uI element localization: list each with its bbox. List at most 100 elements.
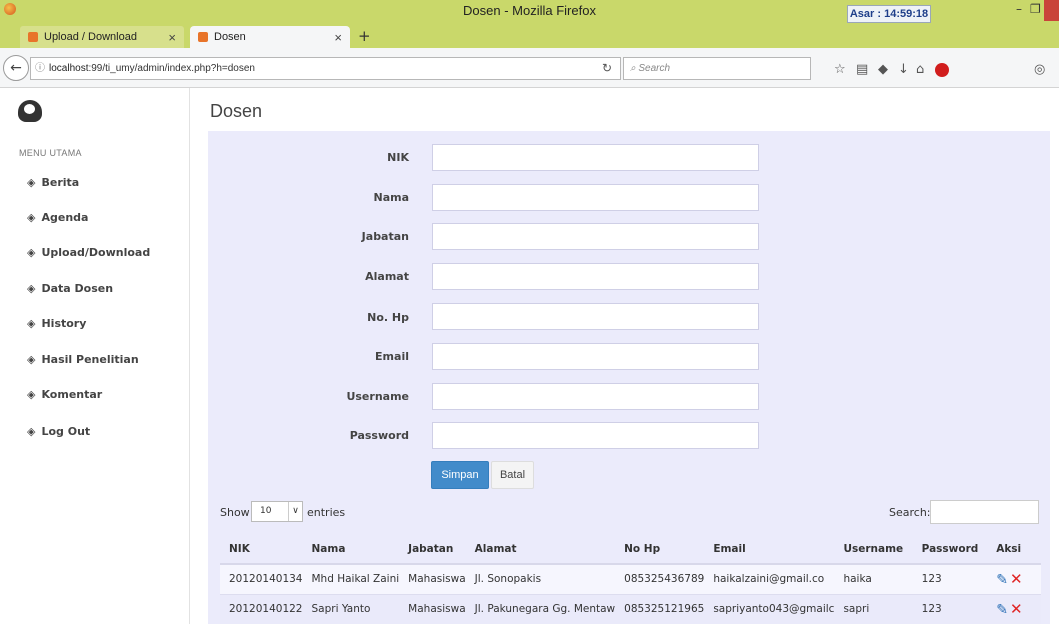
prayer-clock: Asar : 14:59:18 bbox=[847, 5, 931, 23]
table-search-input[interactable] bbox=[930, 500, 1039, 524]
table-cell: Jl. Sonopakis bbox=[465, 564, 616, 595]
restore-icon[interactable]: ❐ bbox=[1030, 2, 1041, 16]
user-avatar-icon bbox=[18, 100, 42, 122]
table-cell: 123 bbox=[912, 594, 988, 624]
table-cell: 085325121965 bbox=[615, 594, 705, 624]
bookmark-star-icon[interactable]: ☆ bbox=[834, 62, 846, 77]
url-path: :99/ti_umy/admin/index.php?h=dosen bbox=[88, 63, 255, 74]
extension-icon[interactable]: ◎ bbox=[1034, 62, 1045, 77]
reading-list-icon[interactable]: ▤ bbox=[856, 62, 868, 77]
url-bar[interactable]: ⓘ localhost:99/ti_umy/admin/index.php?h=d… bbox=[30, 57, 621, 80]
alamat-field[interactable] bbox=[432, 263, 759, 290]
table-cell: 20120140122 bbox=[220, 594, 303, 624]
sidebar-item-hasil-penelitian[interactable]: ◈ Hasil Penelitian bbox=[27, 353, 139, 366]
close-window-button[interactable] bbox=[1044, 0, 1059, 21]
minimize-icon[interactable]: – bbox=[1016, 2, 1022, 16]
table-cell: 20120140134 bbox=[220, 564, 303, 595]
table-cell: Mahasiswa bbox=[399, 564, 466, 595]
table-cell: sapriyanto043@gmailc bbox=[704, 594, 835, 624]
username-field[interactable] bbox=[432, 383, 759, 410]
nik-label: NIK bbox=[387, 151, 409, 164]
edit-icon[interactable]: ✎ bbox=[996, 602, 1008, 618]
column-header: Aksi bbox=[987, 535, 1041, 565]
email-label: Email bbox=[375, 350, 409, 363]
password-field[interactable] bbox=[432, 422, 759, 449]
new-tab-icon[interactable]: + bbox=[358, 27, 371, 45]
table-cell: 123 bbox=[912, 564, 988, 595]
table-cell: haikalzaini@gmail.co bbox=[704, 564, 835, 595]
dashboard-icon: ◈ bbox=[27, 211, 36, 224]
table-cell: 085325436789 bbox=[615, 564, 705, 595]
nama-label: Nama bbox=[373, 191, 409, 204]
pocket-icon[interactable]: ◆ bbox=[878, 62, 888, 77]
sidebar-item-komentar[interactable]: ◈ Komentar bbox=[27, 388, 102, 401]
action-cell: ✎ ✕ bbox=[987, 594, 1041, 624]
table-cell: Jl. Pakunegara Gg. Mentaw bbox=[465, 594, 616, 624]
sidebar-item-data-dosen[interactable]: ◈ Data Dosen bbox=[27, 282, 113, 295]
tab-close-icon[interactable]: × bbox=[334, 30, 342, 45]
url-host: localhost bbox=[49, 63, 89, 74]
entries-value: 10 bbox=[260, 506, 272, 516]
no-hp-label: No. Hp bbox=[367, 311, 409, 324]
table-cell: Mahasiswa bbox=[399, 594, 466, 624]
tab-upload-download[interactable]: Upload / Download × bbox=[20, 26, 184, 48]
entries-select[interactable]: 10 ∨ bbox=[251, 501, 303, 522]
sidebar-item-label: History bbox=[41, 317, 87, 330]
delete-icon[interactable]: ✕ bbox=[1010, 600, 1023, 618]
column-header[interactable]: Alamat bbox=[465, 535, 616, 565]
column-header[interactable]: NIK bbox=[220, 535, 303, 565]
sidebar-item-label: Log Out bbox=[41, 425, 91, 438]
window-titlebar: Dosen - Mozilla Firefox Asar : 14:59:18 … bbox=[0, 0, 1059, 48]
back-arrow-icon[interactable]: ← bbox=[3, 55, 29, 81]
delete-icon[interactable]: ✕ bbox=[1010, 570, 1023, 588]
table-cell: Mhd Haikal Zaini bbox=[302, 564, 400, 595]
save-button[interactable]: Simpan bbox=[431, 461, 489, 489]
cancel-button[interactable]: Batal bbox=[491, 461, 534, 489]
column-header[interactable]: Username bbox=[834, 535, 913, 565]
page-title: Dosen bbox=[210, 101, 263, 121]
sidebar-item-history[interactable]: ◈ History bbox=[27, 317, 86, 330]
show-label: Show bbox=[220, 506, 250, 519]
info-icon[interactable]: ⓘ bbox=[35, 63, 45, 74]
dashboard-icon: ◈ bbox=[27, 388, 36, 401]
column-header[interactable]: Nama bbox=[302, 535, 400, 565]
tab-close-icon[interactable]: × bbox=[168, 30, 176, 45]
jabatan-label: Jabatan bbox=[361, 230, 409, 243]
username-label: Username bbox=[346, 390, 409, 403]
adblock-icon[interactable] bbox=[935, 63, 949, 77]
edit-icon[interactable]: ✎ bbox=[996, 572, 1008, 588]
dashboard-icon: ◈ bbox=[27, 176, 36, 189]
tab-dosen[interactable]: Dosen × bbox=[190, 26, 350, 48]
jabatan-field[interactable] bbox=[432, 223, 759, 250]
column-header[interactable]: No Hp bbox=[615, 535, 705, 565]
sidebar-item-label: Berita bbox=[41, 176, 80, 189]
column-header[interactable]: Email bbox=[704, 535, 835, 565]
sidebar-item-log-out[interactable]: ◈ Log Out bbox=[27, 425, 90, 438]
reload-icon[interactable]: ↻ bbox=[602, 58, 612, 79]
email-field[interactable] bbox=[432, 343, 759, 370]
sidebar: MENU UTAMA ◈ Berita ◈ Agenda ◈ Upload/Downl… bbox=[0, 88, 190, 624]
tab-label: Upload / Download bbox=[44, 31, 137, 43]
downloads-icon[interactable]: ↓ bbox=[898, 62, 909, 77]
search-input[interactable]: ⌕ Search bbox=[623, 57, 811, 80]
tab-favicon-icon bbox=[198, 32, 208, 42]
dashboard-icon: ◈ bbox=[27, 317, 36, 330]
tab-favicon-icon bbox=[28, 32, 38, 42]
column-header[interactable]: Jabatan bbox=[399, 535, 466, 565]
sidebar-item-upload-download[interactable]: ◈ Upload/Download bbox=[27, 246, 150, 259]
table-row: 20120140134 Mhd Haikal Zaini Mahasiswa J… bbox=[220, 564, 1041, 595]
sidebar-item-label: Upload/Download bbox=[41, 246, 151, 259]
column-header[interactable]: Password bbox=[912, 535, 988, 565]
entries-label: entries bbox=[307, 506, 346, 519]
search-placeholder: Search bbox=[638, 63, 671, 74]
sidebar-item-agenda[interactable]: ◈ Agenda bbox=[27, 211, 88, 224]
nik-field[interactable] bbox=[432, 144, 759, 171]
sidebar-item-label: Komentar bbox=[41, 388, 103, 401]
table-row: 20120140122 Sapri Yanto Mahasiswa Jl. Pa… bbox=[220, 594, 1041, 624]
sidebar-item-label: Hasil Penelitian bbox=[41, 353, 139, 366]
nama-field[interactable] bbox=[432, 184, 759, 211]
no-hp-field[interactable] bbox=[432, 303, 759, 330]
password-label: Password bbox=[349, 429, 409, 442]
sidebar-item-berita[interactable]: ◈ Berita bbox=[27, 176, 79, 189]
home-icon[interactable]: ⌂ bbox=[916, 62, 924, 77]
